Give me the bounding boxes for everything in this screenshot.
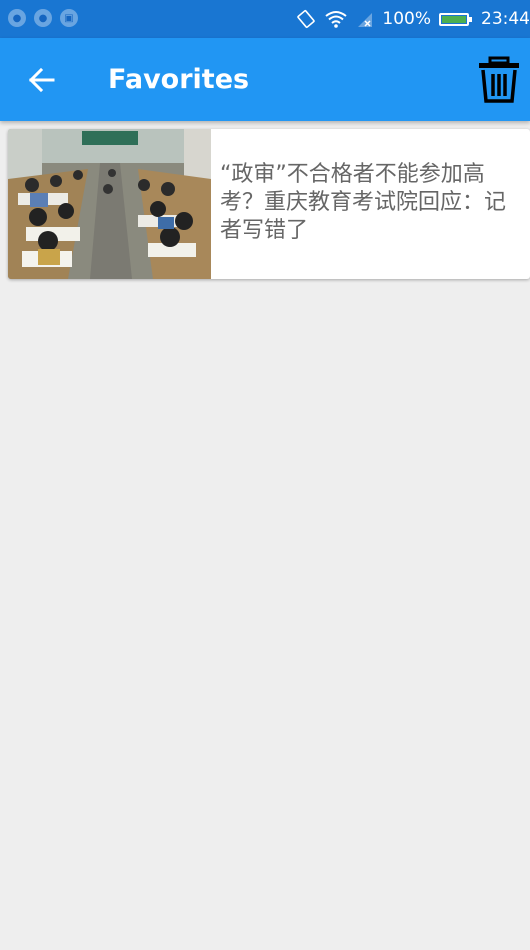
battery-level [442, 15, 466, 23]
battery-percent: 100% [382, 9, 431, 29]
back-button[interactable] [22, 60, 62, 100]
notification-icon: ● [34, 9, 52, 27]
status-bar: ● ● ▣ 100% 23:44 [0, 0, 530, 38]
arrow-left-icon [28, 67, 55, 93]
rotate-icon [297, 10, 316, 28]
trash-icon [479, 56, 519, 103]
clock: 23:44 [481, 9, 530, 29]
wifi-icon [325, 11, 348, 28]
favorite-headline: “政审”不合格者不能参加高考？重庆教育考试院回应：记者写错了 [220, 162, 507, 243]
notification-icon: ● [8, 9, 26, 27]
battery-icon [439, 12, 472, 26]
app-bar: Favorites [0, 38, 530, 121]
status-left-icons: ● ● ▣ [8, 9, 78, 27]
status-right: 100% 23:44 [296, 0, 530, 38]
thumbnail-image [8, 129, 211, 279]
favorite-item[interactable]: “政审”不合格者不能参加高考？重庆教育考试院回应：记者写错了 [8, 129, 530, 279]
page-title: Favorites [108, 64, 250, 95]
image-icon: ▣ [60, 9, 78, 27]
delete-all-button[interactable] [476, 56, 522, 104]
signal-icon [358, 13, 373, 27]
